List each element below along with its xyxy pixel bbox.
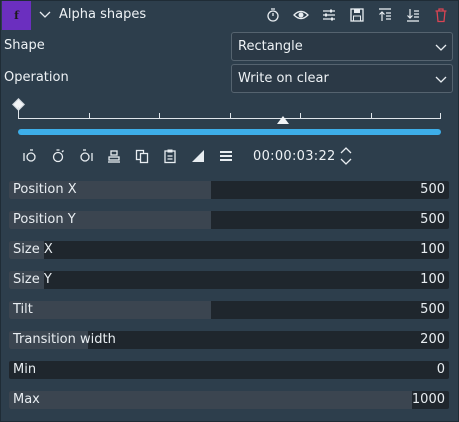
timeline-bar[interactable]	[18, 129, 441, 135]
align-icon[interactable]	[106, 148, 122, 164]
copy-icon[interactable]	[134, 148, 150, 164]
param-min-slider[interactable]: Min 0	[9, 361, 449, 379]
chevron-down-icon	[434, 41, 448, 55]
param-name: Position X	[13, 182, 77, 197]
slider-fill	[9, 301, 212, 319]
operation-combo[interactable]: Write on clear	[231, 64, 453, 93]
param-position-y-slider[interactable]: Position Y 500	[9, 211, 449, 229]
operation-combo-value: Write on clear	[238, 71, 329, 86]
param-max-slider[interactable]: Max 1000	[9, 391, 449, 409]
chevron-down-icon	[434, 73, 448, 87]
ruler-tick	[159, 113, 160, 118]
add-keyframe-icon[interactable]	[50, 148, 66, 164]
delete-icon[interactable]	[433, 7, 449, 23]
param-value: 100	[420, 272, 445, 287]
effect-badge-label: f	[14, 9, 19, 22]
effect-title: Alpha shapes	[59, 7, 147, 22]
param-name: Tilt	[13, 302, 33, 317]
playhead-cursor[interactable]	[277, 116, 289, 124]
param-value: 100	[420, 242, 445, 257]
interpolation-icon[interactable]	[190, 148, 206, 164]
ruler-tick	[440, 113, 441, 118]
param-transition-width-slider[interactable]: Transition width 200	[9, 331, 449, 349]
param-name: Transition width	[13, 332, 116, 347]
param-value: 500	[420, 302, 445, 317]
slider-fill	[9, 391, 412, 409]
save-icon[interactable]	[349, 7, 365, 23]
previous-keyframe-icon[interactable]	[22, 148, 38, 164]
eye-icon[interactable]	[293, 7, 309, 23]
settings-sliders-icon[interactable]	[321, 7, 337, 23]
timecode-spinner[interactable]	[340, 146, 352, 166]
param-name: Size X	[13, 242, 53, 257]
param-value: 0	[436, 362, 445, 377]
ruler-tick	[371, 113, 372, 118]
param-name: Position Y	[13, 212, 76, 227]
keyframe-ruler[interactable]	[18, 118, 441, 119]
param-value: 200	[420, 332, 445, 347]
param-position-x-slider[interactable]: Position X 500	[9, 181, 449, 199]
keyframe-line	[18, 107, 19, 118]
timer-icon[interactable]	[265, 7, 281, 23]
timecode-display[interactable]: 00:00:03:22	[253, 149, 336, 164]
move-down-icon[interactable]	[405, 7, 421, 23]
shape-combo-value: Rectangle	[238, 39, 303, 54]
shape-label: Shape	[4, 38, 45, 53]
collapse-chevron-icon[interactable]	[38, 8, 52, 22]
paste-icon[interactable]	[162, 148, 178, 164]
param-tilt-slider[interactable]: Tilt 500	[9, 301, 449, 319]
effect-header: f Alpha shapes	[0, 0, 459, 31]
effect-badge[interactable]: f	[2, 1, 31, 30]
shape-combo[interactable]: Rectangle	[231, 32, 453, 61]
move-up-icon[interactable]	[377, 7, 393, 23]
menu-icon[interactable]	[218, 148, 234, 164]
param-value: 500	[420, 182, 445, 197]
param-size-x-slider[interactable]: Size X 100	[9, 241, 449, 259]
ruler-tick	[89, 113, 90, 118]
ruler-tick	[230, 113, 231, 118]
operation-label: Operation	[4, 70, 69, 85]
ruler-tick	[300, 113, 301, 118]
param-size-y-slider[interactable]: Size Y 100	[9, 271, 449, 289]
param-value: 1000	[411, 392, 445, 407]
param-name: Max	[13, 392, 40, 407]
param-name: Size Y	[13, 272, 52, 287]
param-value: 500	[420, 212, 445, 227]
param-name: Min	[13, 362, 37, 377]
next-keyframe-icon[interactable]	[78, 148, 94, 164]
